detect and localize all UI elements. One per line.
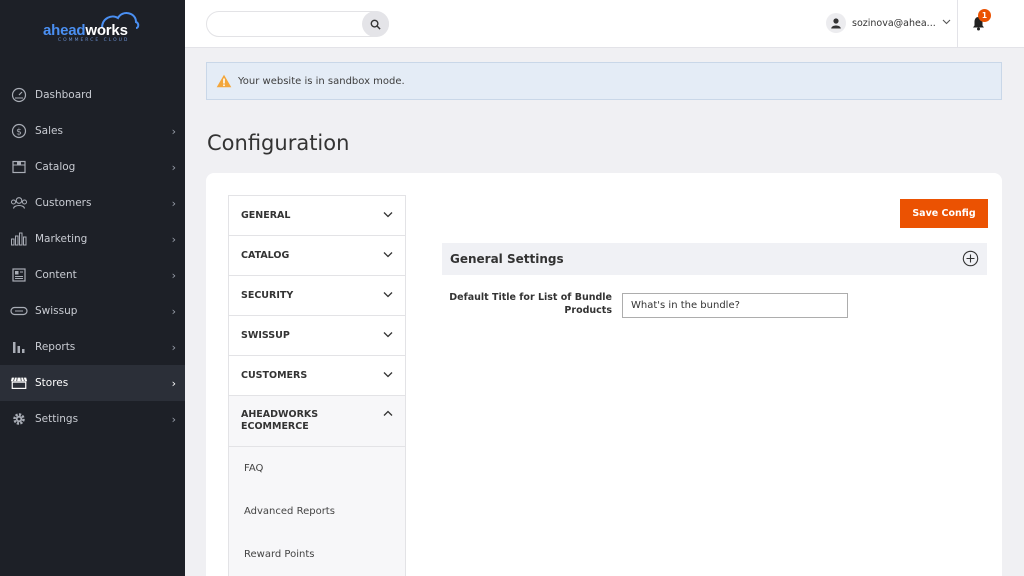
sub-item-advanced-reports[interactable]: Advanced Reports — [229, 490, 405, 533]
search-button[interactable] — [362, 11, 389, 37]
save-config-button[interactable]: Save Config — [900, 199, 988, 228]
sidebar-item-label: Settings — [35, 413, 79, 425]
tab-label: CATALOG — [241, 250, 290, 261]
sidebar-item-reports[interactable]: Reports › — [0, 329, 185, 365]
chevron-right-icon: › — [171, 305, 176, 318]
chevron-right-icon: › — [171, 233, 176, 246]
sidebar-item-label: Swissup — [35, 305, 78, 317]
sidebar-item-label: Catalog — [35, 161, 76, 173]
warning-icon — [216, 74, 232, 88]
chevron-down-icon — [383, 212, 393, 218]
chevron-down-icon — [942, 19, 951, 25]
sidebar-item-swissup[interactable]: Swissup › — [0, 293, 185, 329]
catalog-icon — [10, 158, 28, 176]
search-box — [206, 11, 389, 37]
sidebar-item-label: Stores — [35, 377, 69, 389]
tab-general[interactable]: GENERAL — [229, 196, 405, 236]
gear-icon — [10, 410, 28, 428]
field-label-bundle-title: Default Title for List of Bundle Product… — [449, 292, 612, 316]
sidebar-nav: Dashboard $ Sales › Catalog › Customers … — [0, 77, 185, 437]
section-title: General Settings — [450, 252, 564, 266]
notification-badge: 1 — [978, 9, 991, 22]
user-menu[interactable]: sozinova@ahea... — [826, 12, 951, 34]
tab-aheadworks-ecommerce[interactable]: AHEADWORKS ECOMMERCE — [229, 396, 405, 447]
logo-text-part1: ahead — [43, 22, 86, 39]
chevron-down-icon — [383, 372, 393, 378]
chevron-right-icon: › — [171, 341, 176, 354]
logo-subtitle: COMMERCE CLOUD — [58, 38, 130, 43]
sidebar-item-label: Reports — [35, 341, 76, 353]
sub-item-faq[interactable]: FAQ — [229, 447, 405, 490]
reports-icon — [10, 338, 28, 356]
tab-label: CUSTOMERS — [241, 370, 308, 381]
chevron-up-icon — [383, 410, 393, 416]
chevron-down-icon — [383, 252, 393, 258]
search-icon — [370, 19, 381, 30]
tab-catalog[interactable]: CATALOG — [229, 236, 405, 276]
sidebar-item-label: Customers — [35, 197, 92, 209]
sidebar-item-label: Dashboard — [35, 89, 92, 101]
dollar-icon: $ — [10, 122, 28, 140]
sidebar: aheadworks COMMERCE CLOUD Dashboard $ Sa… — [0, 0, 185, 576]
config-tabs: GENERAL CATALOG SECURITY SWISSUP CUSTOME… — [228, 195, 406, 576]
top-header: sozinova@ahea... 1 — [185, 0, 1024, 48]
tab-label: SWISSUP — [241, 330, 290, 341]
tab-swissup[interactable]: SWISSUP — [229, 316, 405, 356]
user-icon — [831, 18, 841, 29]
marketing-icon — [10, 230, 28, 248]
header-divider — [957, 0, 958, 47]
chevron-down-icon — [383, 292, 393, 298]
user-name: sozinova@ahea... — [852, 17, 936, 29]
logo-text: aheadworks — [43, 22, 128, 39]
sidebar-item-label: Content — [35, 269, 77, 281]
tab-label: GENERAL — [241, 210, 291, 221]
dashboard-icon — [10, 86, 28, 104]
chevron-right-icon: › — [171, 413, 176, 426]
sidebar-item-content[interactable]: Content › — [0, 257, 185, 293]
tab-label: SECURITY — [241, 290, 294, 301]
chevron-right-icon: › — [171, 125, 176, 138]
logo-text-part2: works — [85, 22, 128, 39]
avatar — [826, 13, 846, 33]
chevron-right-icon: › — [171, 161, 176, 174]
search-input[interactable] — [217, 12, 367, 37]
chevron-right-icon: › — [171, 269, 176, 282]
tab-customers[interactable]: CUSTOMERS — [229, 356, 405, 396]
swissup-icon — [10, 302, 28, 320]
sidebar-item-catalog[interactable]: Catalog › — [0, 149, 185, 185]
customers-icon — [10, 194, 28, 212]
chevron-right-icon: › — [171, 377, 176, 390]
logo[interactable]: aheadworks COMMERCE CLOUD — [0, 0, 185, 60]
sidebar-item-dashboard[interactable]: Dashboard — [0, 77, 185, 113]
sidebar-item-stores[interactable]: Stores › — [0, 365, 185, 401]
tab-label: AHEADWORKS ECOMMERCE — [241, 409, 319, 432]
sidebar-item-sales[interactable]: $ Sales › — [0, 113, 185, 149]
sidebar-item-settings[interactable]: Settings › — [0, 401, 185, 437]
sidebar-item-label: Marketing — [35, 233, 88, 245]
svg-text:$: $ — [16, 128, 22, 138]
notice-text: Your website is in sandbox mode. — [238, 75, 405, 87]
page-title: Configuration — [207, 131, 350, 155]
chevron-down-icon — [383, 332, 393, 338]
sidebar-item-marketing[interactable]: Marketing › — [0, 221, 185, 257]
plus-circle-icon — [962, 250, 979, 267]
tab-security[interactable]: SECURITY — [229, 276, 405, 316]
chevron-right-icon: › — [171, 197, 176, 210]
section-header-general-settings[interactable]: General Settings — [442, 243, 987, 275]
content-icon — [10, 266, 28, 284]
sidebar-item-label: Sales — [35, 125, 63, 137]
aheadworks-sublist: FAQ Advanced Reports Reward Points — [229, 447, 405, 576]
sandbox-notice: Your website is in sandbox mode. — [206, 62, 1002, 100]
sub-item-reward-points[interactable]: Reward Points — [229, 533, 405, 576]
sidebar-item-customers[interactable]: Customers › — [0, 185, 185, 221]
store-icon — [10, 374, 28, 392]
bundle-title-input[interactable] — [622, 293, 848, 318]
config-card: GENERAL CATALOG SECURITY SWISSUP CUSTOME… — [206, 173, 1002, 576]
